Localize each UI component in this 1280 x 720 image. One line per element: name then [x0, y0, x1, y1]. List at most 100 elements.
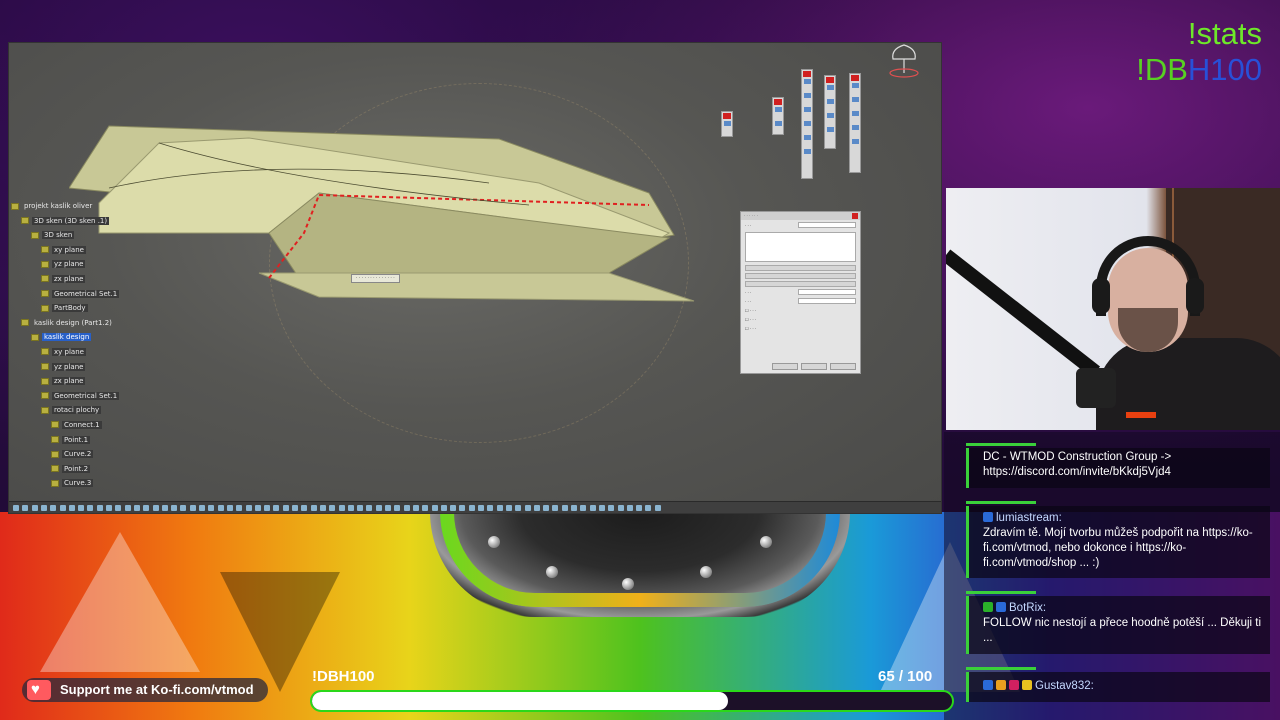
toolbar-tool-icon[interactable]: [366, 505, 373, 511]
tree-item[interactable]: Geometrical Set.1: [11, 389, 141, 404]
toolbar-tool-icon[interactable]: [217, 505, 224, 511]
toolbar-tool-icon[interactable]: [543, 505, 550, 511]
tree-item[interactable]: rotaci plochy: [11, 403, 141, 418]
cad-window[interactable]: · · · · · · · · · · · · · · projekt kasl…: [8, 42, 942, 514]
specification-tree[interactable]: projekt kaslik oliver 3D sken (3D sken .1…: [11, 199, 141, 499]
toolbar-tool-icon[interactable]: [292, 505, 298, 511]
toolbar-tool-icon[interactable]: [226, 505, 233, 511]
toolbar-tool-icon[interactable]: [115, 505, 122, 511]
toolbar-tool-icon[interactable]: [171, 505, 178, 511]
toolbar-tool-icon[interactable]: [626, 505, 633, 511]
dialog-element-list[interactable]: [745, 232, 856, 262]
toolbar-tool-icon[interactable]: [617, 505, 624, 511]
tree-item[interactable]: yz plane: [11, 360, 141, 375]
tree-item[interactable]: kaslik design (Part1.2): [11, 316, 141, 331]
toolbar-tool-icon[interactable]: [189, 505, 196, 511]
tree-item[interactable]: projekt kaslik oliver: [11, 199, 141, 214]
toolbar-tool-icon[interactable]: [496, 505, 503, 511]
toolbar-tool-icon[interactable]: [505, 505, 512, 511]
toolbar-tool-icon[interactable]: [431, 505, 438, 511]
toolbar-tool-icon[interactable]: [180, 505, 187, 511]
toolbar-tool-icon[interactable]: [394, 505, 401, 511]
toolbar-strip[interactable]: [801, 69, 813, 179]
preview-button[interactable]: [830, 363, 856, 370]
dialog-button[interactable]: [745, 265, 856, 271]
toolbar-tool-icon[interactable]: [96, 505, 103, 511]
dialog-checkbox[interactable]: ☐ · · ·: [745, 307, 856, 314]
toolbar-tool-icon[interactable]: [580, 505, 587, 511]
close-icon[interactable]: [852, 213, 858, 219]
tree-item[interactable]: Connect.1: [11, 418, 141, 433]
toolbar-tool-icon[interactable]: [50, 505, 57, 511]
toolbar-tool-icon[interactable]: [645, 505, 652, 511]
tree-item[interactable]: PartBody: [11, 301, 141, 316]
toolbar-tool-icon[interactable]: [589, 505, 596, 511]
toolbar-tool-icon[interactable]: [319, 505, 326, 511]
toolbar-tool-icon[interactable]: [282, 505, 289, 511]
toolbar-tool-icon[interactable]: [347, 505, 354, 511]
toolbar-tool-icon[interactable]: [264, 505, 271, 511]
tree-item[interactable]: Curve.2: [11, 447, 141, 462]
ok-button[interactable]: [772, 363, 798, 370]
toolbar-tool-icon[interactable]: [143, 505, 150, 511]
toolbar-tool-icon[interactable]: [385, 505, 391, 511]
toolbar-tool-icon[interactable]: [571, 505, 577, 511]
toolbar-tool-icon[interactable]: [13, 505, 19, 511]
toolbar-tool-icon[interactable]: [161, 505, 168, 511]
tree-item[interactable]: zx plane: [11, 374, 141, 389]
tree-item[interactable]: Point.1: [11, 433, 141, 448]
toolbar-tool-icon[interactable]: [654, 505, 661, 511]
toolbar-tool-icon[interactable]: [245, 505, 252, 511]
dialog-button[interactable]: [745, 273, 856, 279]
tree-item[interactable]: 3D sken (3D sken .1): [11, 214, 141, 229]
toolbar-tool-icon[interactable]: [608, 505, 615, 511]
compass-icon[interactable]: [887, 43, 921, 79]
tree-item[interactable]: zx plane: [11, 272, 141, 287]
dialog-button[interactable]: [745, 281, 856, 287]
dialog-field-row[interactable]: · · ·: [745, 298, 856, 305]
toolbar-strip[interactable]: [772, 97, 784, 135]
join-dialog[interactable]: · · · · · · · · · · · · · · · ☐ · · · ☐ …: [740, 211, 861, 374]
toolbar-tool-icon[interactable]: [208, 505, 215, 511]
toolbar-tool-icon[interactable]: [561, 505, 568, 511]
toolbar-tool-icon[interactable]: [68, 505, 75, 511]
cad-bottom-toolbar[interactable]: [9, 501, 941, 513]
toolbar-tool-icon[interactable]: [412, 505, 419, 511]
toolbar-tool-icon[interactable]: [31, 505, 38, 511]
toolbar-strip[interactable]: [849, 73, 861, 173]
tree-item[interactable]: xy plane: [11, 345, 141, 360]
toolbar-tool-icon[interactable]: [636, 505, 643, 511]
toolbar-tool-icon[interactable]: [124, 505, 131, 511]
dialog-checkbox[interactable]: ☐ · · ·: [745, 325, 856, 332]
toolbar-tool-icon[interactable]: [59, 505, 66, 511]
toolbar-tool-icon[interactable]: [403, 505, 410, 511]
toolbar-tool-icon[interactable]: [598, 505, 605, 511]
toolbar-tool-icon[interactable]: [468, 505, 475, 511]
toolbar-strip[interactable]: [721, 111, 733, 137]
toolbar-tool-icon[interactable]: [440, 505, 447, 511]
tree-item[interactable]: xy plane: [11, 243, 141, 258]
toolbar-tool-icon[interactable]: [87, 505, 94, 511]
dialog-field-row[interactable]: · · ·: [745, 289, 856, 296]
tree-item[interactable]: Point.2: [11, 462, 141, 477]
toolbar-tool-icon[interactable]: [199, 505, 205, 511]
toolbar-tool-icon[interactable]: [338, 505, 345, 511]
toolbar-tool-icon[interactable]: [552, 505, 559, 511]
toolbar-tool-icon[interactable]: [478, 505, 484, 511]
toolbar-strip[interactable]: [824, 75, 836, 149]
toolbar-tool-icon[interactable]: [422, 505, 429, 511]
toolbar-tool-icon[interactable]: [301, 505, 308, 511]
toolbar-tool-icon[interactable]: [459, 505, 466, 511]
tree-item[interactable]: Curve.3: [11, 476, 141, 491]
toolbar-tool-icon[interactable]: [310, 505, 317, 511]
toolbar-tool-icon[interactable]: [22, 505, 29, 511]
toolbar-tool-icon[interactable]: [375, 505, 382, 511]
toolbar-tool-icon[interactable]: [450, 505, 457, 511]
toolbar-tool-icon[interactable]: [533, 505, 540, 511]
toolbar-tool-icon[interactable]: [40, 505, 47, 511]
dialog-mode-row[interactable]: · · ·: [745, 222, 856, 229]
toolbar-tool-icon[interactable]: [357, 505, 364, 511]
toolbar-tool-icon[interactable]: [329, 505, 336, 511]
dialog-checkbox[interactable]: ☐ · · ·: [745, 316, 856, 323]
toolbar-tool-icon[interactable]: [106, 505, 112, 511]
